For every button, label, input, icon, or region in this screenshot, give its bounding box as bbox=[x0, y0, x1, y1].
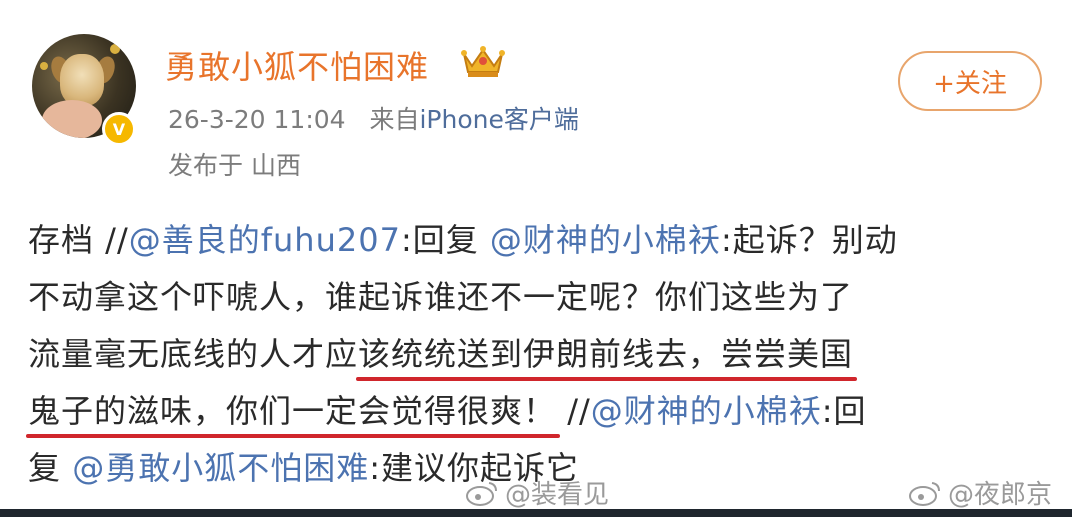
post-location: 发布于 山西 bbox=[168, 151, 301, 180]
post-line-2: 不动拿这个吓唬人，谁起诉谁还不一定呢？你们这些为了 bbox=[28, 269, 1028, 326]
post-line-4: 鬼子的滋味，你们一定会觉得很爽！ //@财神的小棉袄:回 bbox=[28, 383, 1028, 440]
post-text: // bbox=[556, 392, 591, 430]
post-text: :回 bbox=[821, 392, 867, 430]
post-time: 26-3-20 11:04 bbox=[168, 105, 346, 134]
post-line-3: 流量毫无底线的人才应该统统送到伊朗前线去，尝尝美国 bbox=[28, 326, 1028, 383]
mention-link[interactable]: @财神的小棉袄 bbox=[490, 221, 721, 259]
watermark-text: @装看见 bbox=[505, 480, 610, 510]
post-source[interactable]: iPhone客户端 bbox=[419, 105, 578, 134]
post-body: 存档 //@善良的fuhu207:回复 @财神的小棉袄:起诉？别动 不动拿这个吓… bbox=[28, 212, 1028, 497]
verified-icon: V bbox=[102, 112, 136, 146]
mention-link[interactable]: @财神的小棉袄 bbox=[591, 392, 822, 430]
mention-link[interactable]: @勇敢小狐不怕困难 bbox=[72, 449, 369, 487]
crown-icon bbox=[461, 46, 505, 77]
source-prefix: 来自 bbox=[369, 105, 420, 134]
mention-link[interactable]: @善良的fuhu207 bbox=[129, 221, 401, 259]
post-text: 复 bbox=[28, 449, 73, 487]
watermark-1: @装看见 bbox=[465, 474, 609, 511]
post-text: :回复 bbox=[400, 221, 490, 259]
bottom-bar bbox=[0, 509, 1072, 517]
post-meta: 26-3-20 11:04 来自iPhone客户端 bbox=[168, 100, 579, 136]
underlined-text: 鬼子的滋味，你们一定会觉得很爽！ bbox=[28, 392, 557, 430]
post-text: 存档 // bbox=[28, 221, 129, 259]
watermark-text: @夜郎京 bbox=[948, 480, 1053, 510]
watermark-2: @夜郎京 bbox=[908, 474, 1052, 511]
weibo-icon bbox=[466, 481, 497, 506]
weibo-icon bbox=[909, 481, 940, 506]
post-text: :起诉？别动 bbox=[720, 221, 898, 259]
underlined-text: 该统统送到伊朗前线去，尝尝美国 bbox=[358, 335, 854, 373]
post-text: 不动拿这个吓唬人，谁起诉谁还不一定呢？你们这些为了 bbox=[28, 278, 854, 316]
username[interactable]: 勇敢小狐不怕困难 bbox=[165, 42, 429, 88]
avatar[interactable]: V bbox=[32, 34, 136, 146]
post-line-1: 存档 //@善良的fuhu207:回复 @财神的小棉袄:起诉？别动 bbox=[28, 212, 1028, 269]
post-text: 流量毫无底线的人才应 bbox=[28, 335, 359, 373]
follow-button[interactable]: +关注 bbox=[898, 51, 1042, 111]
